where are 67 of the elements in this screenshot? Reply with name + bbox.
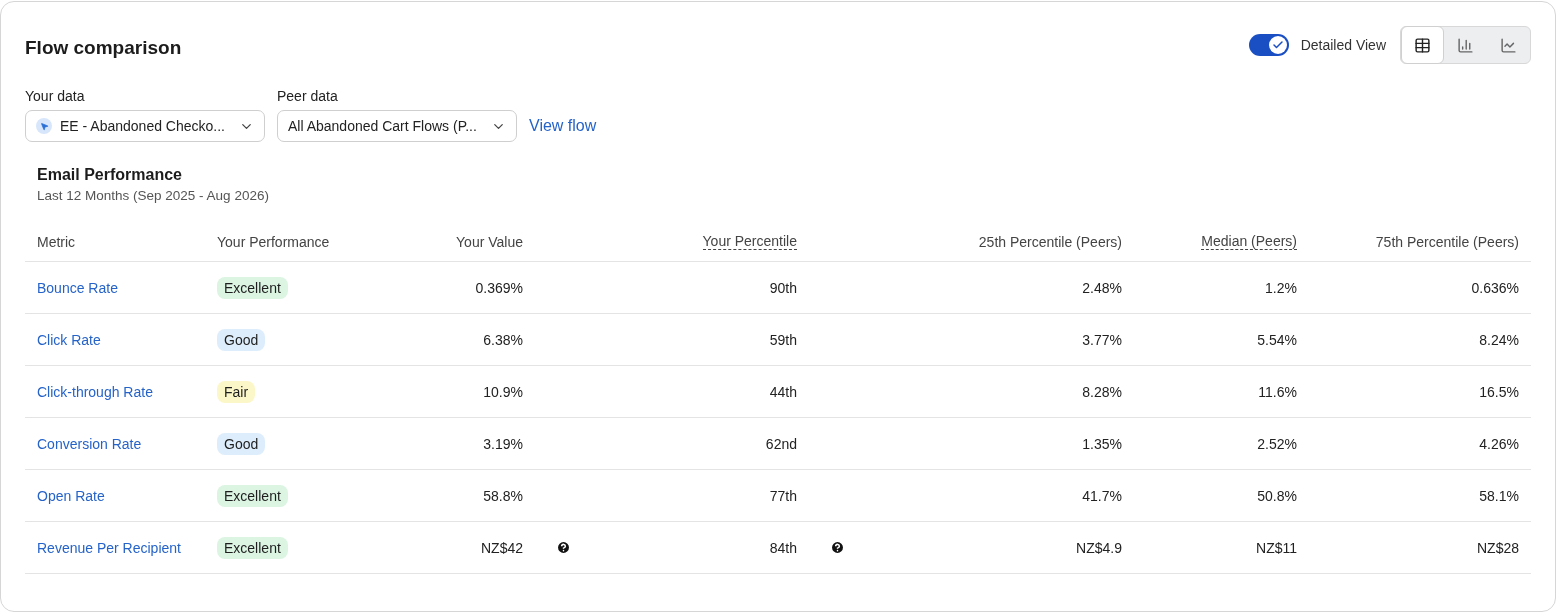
table-cell: 8.28% xyxy=(1082,383,1122,400)
table-cell: 2.48% xyxy=(1082,279,1122,296)
table-cell: 41.7% xyxy=(1082,487,1122,504)
table-cell: 84th xyxy=(769,539,797,556)
metric-link[interactable]: Conversion Rate xyxy=(37,435,142,452)
table-cell: 2.52% xyxy=(1257,435,1297,452)
metric-link[interactable]: Revenue Per Recipient xyxy=(37,539,181,556)
table-cell: 1.2% xyxy=(1265,279,1297,296)
table-cell: 10.9% xyxy=(483,383,523,400)
dropdown[interactable]: EE - Abandoned Checko... xyxy=(25,110,265,142)
table-icon xyxy=(1414,36,1431,54)
table-cell: NZ$28 xyxy=(1476,539,1519,556)
table-cell: 0.636% xyxy=(1471,279,1519,296)
cursor-icon xyxy=(36,118,52,134)
toggle-label: Detailed View xyxy=(1300,37,1386,53)
column-header: Your Value xyxy=(456,233,523,250)
table-cell: 58.1% xyxy=(1479,487,1519,504)
rating-badge: Fair xyxy=(217,380,256,403)
table-cell: 90th xyxy=(769,279,797,296)
line-chart-icon xyxy=(1500,36,1517,54)
filter-label: Your data xyxy=(25,88,86,104)
section-subtitle: Last 12 Months (Sep 2025 - Aug 2026) xyxy=(37,188,270,203)
metric-link[interactable]: Open Rate xyxy=(37,487,105,504)
help-icon[interactable] xyxy=(556,540,571,555)
table-cell: 3.77% xyxy=(1082,331,1122,348)
table-view-button[interactable] xyxy=(1401,26,1444,64)
rating-badge: Good xyxy=(217,328,266,351)
help-icon[interactable] xyxy=(830,540,845,555)
metric-link[interactable]: Click-through Rate xyxy=(37,383,153,400)
table-cell: 77th xyxy=(769,487,797,504)
check-icon xyxy=(1271,39,1284,51)
table-cell: 50.8% xyxy=(1257,487,1297,504)
table-cell: 0.369% xyxy=(475,279,523,296)
table-cell: 11.6% xyxy=(1258,383,1297,400)
table-cell: 4.26% xyxy=(1479,435,1519,452)
column-header: Median (Peers) xyxy=(1201,233,1297,250)
column-header: Your Performance xyxy=(217,233,330,250)
table-cell: 62nd xyxy=(765,435,797,452)
table-cell: NZ$4.9 xyxy=(1076,539,1122,556)
section-title: Email Performance xyxy=(37,166,183,184)
dropdown[interactable]: All Abandoned Cart Flows (P... xyxy=(277,110,517,142)
table-cell: 1.35% xyxy=(1082,435,1122,452)
page-title: Flow comparison xyxy=(25,37,182,59)
table-cell: NZ$11 xyxy=(1256,539,1297,556)
filter-label: Peer data xyxy=(277,88,339,104)
table-cell: 5.54% xyxy=(1257,331,1297,348)
metric-link[interactable]: Bounce Rate xyxy=(37,279,118,296)
rating-badge: Excellent xyxy=(217,484,288,507)
metric-link[interactable]: Click Rate xyxy=(37,331,101,348)
table-cell: 44th xyxy=(769,383,797,400)
table-cell: 59th xyxy=(769,331,797,348)
column-header: 25th Percentile (Peers) xyxy=(978,233,1122,250)
view-flow-link[interactable]: View flow xyxy=(529,117,597,135)
rating-badge: Excellent xyxy=(217,276,288,299)
table-cell: 8.24% xyxy=(1479,331,1519,348)
column-header: 75th Percentile (Peers) xyxy=(1375,233,1519,250)
column-header: Your Percentile xyxy=(702,233,797,250)
column-header: Metric xyxy=(37,233,76,250)
toggle-switch[interactable] xyxy=(1248,34,1289,56)
table-cell: NZ$42 xyxy=(480,539,523,556)
bar-chart-icon xyxy=(1457,36,1474,54)
table-cell: 16.5% xyxy=(1479,383,1519,400)
table-cell: 58.8% xyxy=(483,487,523,504)
rating-badge: Good xyxy=(217,432,266,455)
table-cell: 3.19% xyxy=(483,435,523,452)
table-cell: 6.38% xyxy=(483,331,523,348)
rating-badge: Excellent xyxy=(217,536,288,559)
